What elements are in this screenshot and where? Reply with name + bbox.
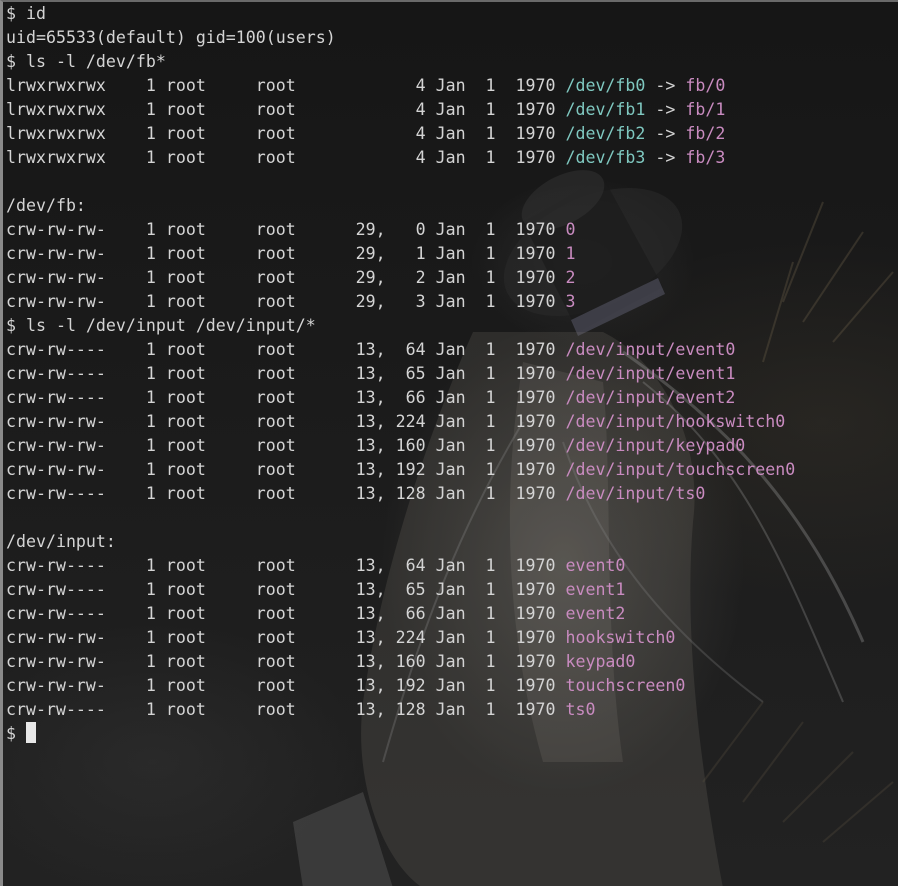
device-name: /dev/input/touchscreen0	[565, 460, 796, 479]
terminal-line: lrwxrwxrwx 1 root root 4 Jan 1 1970 /dev…	[6, 98, 795, 122]
line-text: $ ls -l /dev/input /dev/input/*	[6, 316, 316, 335]
line-text: crw-rw---- 1 root root 13, 128 Jan 1 197…	[6, 484, 566, 503]
device-name: /dev/input/event0	[565, 340, 736, 359]
terminal-line: crw-rw-rw- 1 root root 29, 3 Jan 1 1970 …	[6, 290, 795, 314]
device-name: /dev/input/event1	[565, 364, 736, 383]
terminal-line: crw-rw-rw- 1 root root 29, 0 Jan 1 1970 …	[6, 218, 795, 242]
line-text: crw-rw-rw- 1 root root 13, 192 Jan 1 197…	[6, 460, 566, 479]
symlink-path: /dev/fb3	[565, 148, 646, 167]
text-cursor[interactable]	[25, 722, 36, 743]
terminal-line: $ ls -l /dev/fb*	[6, 50, 795, 74]
device-name: ts0	[565, 700, 596, 719]
line-text: crw-rw---- 1 root root 13, 128 Jan 1 197…	[6, 700, 566, 719]
terminal-output: $ id uid=65533(default) gid=100(users) $ l…	[6, 2, 795, 746]
terminal-line: $ id	[6, 2, 795, 26]
line-text: crw-rw-rw- 1 root root 13, 160 Jan 1 197…	[6, 436, 566, 455]
device-name: keypad0	[565, 652, 636, 671]
line-text: crw-rw-rw- 1 root root 13, 224 Jan 1 197…	[6, 628, 566, 647]
device-name: fb/0	[685, 76, 726, 95]
line-text: crw-rw-rw- 1 root root 13, 224 Jan 1 197…	[6, 412, 566, 431]
terminal-line: uid=65533(default) gid=100(users)	[6, 26, 795, 50]
terminal-line: crw-rw---- 1 root root 13, 64 Jan 1 1970…	[6, 338, 795, 362]
prompt-line[interactable]: $	[6, 722, 795, 746]
device-name: /dev/input/hookswitch0	[565, 412, 786, 431]
terminal-line: crw-rw---- 1 root root 13, 128 Jan 1 197…	[6, 482, 795, 506]
line-text: crw-rw---- 1 root root 13, 65 Jan 1 1970	[6, 364, 566, 383]
line-text: crw-rw-rw- 1 root root 13, 160 Jan 1 197…	[6, 652, 566, 671]
terminal-line: crw-rw-rw- 1 root root 13, 160 Jan 1 197…	[6, 650, 795, 674]
terminal-line: crw-rw-rw- 1 root root 13, 192 Jan 1 197…	[6, 458, 795, 482]
line-text: /dev/input:	[6, 532, 116, 551]
line-text: uid=65533(default) gid=100(users)	[6, 28, 336, 47]
device-name: 3	[565, 292, 576, 311]
terminal-line: crw-rw-rw- 1 root root 13, 160 Jan 1 197…	[6, 434, 795, 458]
terminal-line: $ ls -l /dev/input /dev/input/*	[6, 314, 795, 338]
symlink-path: /dev/fb2	[565, 124, 646, 143]
terminal-line: lrwxrwxrwx 1 root root 4 Jan 1 1970 /dev…	[6, 122, 795, 146]
line-text: crw-rw---- 1 root root 13, 64 Jan 1 1970	[6, 556, 566, 575]
terminal-line: lrwxrwxrwx 1 root root 4 Jan 1 1970 /dev…	[6, 146, 795, 170]
terminal-line: crw-rw-rw- 1 root root 29, 2 Jan 1 1970 …	[6, 266, 795, 290]
terminal-line: crw-rw---- 1 root root 13, 66 Jan 1 1970…	[6, 602, 795, 626]
terminal-line: crw-rw---- 1 root root 13, 65 Jan 1 1970…	[6, 578, 795, 602]
line-text: crw-rw---- 1 root root 13, 65 Jan 1 1970	[6, 580, 566, 599]
line-text: lrwxrwxrwx 1 root root 4 Jan 1 1970	[6, 76, 566, 95]
terminal-line: crw-rw-rw- 1 root root 13, 224 Jan 1 197…	[6, 410, 795, 434]
symlink-arrow: ->	[645, 76, 686, 95]
symlink-path: /dev/fb1	[565, 100, 646, 119]
line-text: lrwxrwxrwx 1 root root 4 Jan 1 1970	[6, 100, 566, 119]
device-name: fb/3	[685, 148, 726, 167]
terminal-window[interactable]: $ id uid=65533(default) gid=100(users) $ l…	[0, 0, 898, 886]
device-name: event1	[565, 580, 626, 599]
terminal-line: crw-rw---- 1 root root 13, 64 Jan 1 1970…	[6, 554, 795, 578]
device-name: /dev/input/event2	[565, 388, 736, 407]
device-name: 2	[565, 268, 576, 287]
line-text: crw-rw-rw- 1 root root 29, 3 Jan 1 1970	[6, 292, 566, 311]
device-name: /dev/input/ts0	[565, 484, 706, 503]
device-name: 0	[565, 220, 576, 239]
line-text: crw-rw-rw- 1 root root 13, 192 Jan 1 197…	[6, 676, 566, 695]
line-text: crw-rw---- 1 root root 13, 64 Jan 1 1970	[6, 340, 566, 359]
symlink-arrow: ->	[645, 100, 686, 119]
terminal-line: crw-rw---- 1 root root 13, 66 Jan 1 1970…	[6, 386, 795, 410]
line-text: crw-rw---- 1 root root 13, 66 Jan 1 1970	[6, 388, 566, 407]
symlink-arrow: ->	[645, 148, 686, 167]
terminal-line: lrwxrwxrwx 1 root root 4 Jan 1 1970 /dev…	[6, 74, 795, 98]
line-text: crw-rw---- 1 root root 13, 66 Jan 1 1970	[6, 604, 566, 623]
terminal-line: crw-rw-rw- 1 root root 13, 224 Jan 1 197…	[6, 626, 795, 650]
line-text: /dev/fb:	[6, 196, 86, 215]
terminal-line: crw-rw---- 1 root root 13, 128 Jan 1 197…	[6, 698, 795, 722]
device-name: 1	[565, 244, 576, 263]
device-name: fb/2	[685, 124, 726, 143]
terminal-line: /dev/input:	[6, 530, 795, 554]
line-text: crw-rw-rw- 1 root root 29, 2 Jan 1 1970	[6, 268, 566, 287]
device-name: touchscreen0	[565, 676, 686, 695]
device-name: fb/1	[685, 100, 726, 119]
prompt-symbol: $	[6, 724, 26, 743]
line-text: lrwxrwxrwx 1 root root 4 Jan 1 1970	[6, 148, 566, 167]
line-text: crw-rw-rw- 1 root root 29, 0 Jan 1 1970	[6, 220, 566, 239]
device-name: hookswitch0	[565, 628, 676, 647]
device-name: event0	[565, 556, 626, 575]
line-text: crw-rw-rw- 1 root root 29, 1 Jan 1 1970	[6, 244, 566, 263]
symlink-path: /dev/fb0	[565, 76, 646, 95]
terminal-line: crw-rw-rw- 1 root root 29, 1 Jan 1 1970 …	[6, 242, 795, 266]
line-text: lrwxrwxrwx 1 root root 4 Jan 1 1970	[6, 124, 566, 143]
terminal-line: /dev/fb:	[6, 194, 795, 218]
symlink-arrow: ->	[645, 124, 686, 143]
device-name: /dev/input/keypad0	[565, 436, 746, 455]
line-text: $ ls -l /dev/fb*	[6, 52, 166, 71]
line-text: $ id	[6, 4, 46, 23]
device-name: event2	[565, 604, 626, 623]
terminal-line: crw-rw-rw- 1 root root 13, 192 Jan 1 197…	[6, 674, 795, 698]
terminal-line: crw-rw---- 1 root root 13, 65 Jan 1 1970…	[6, 362, 795, 386]
